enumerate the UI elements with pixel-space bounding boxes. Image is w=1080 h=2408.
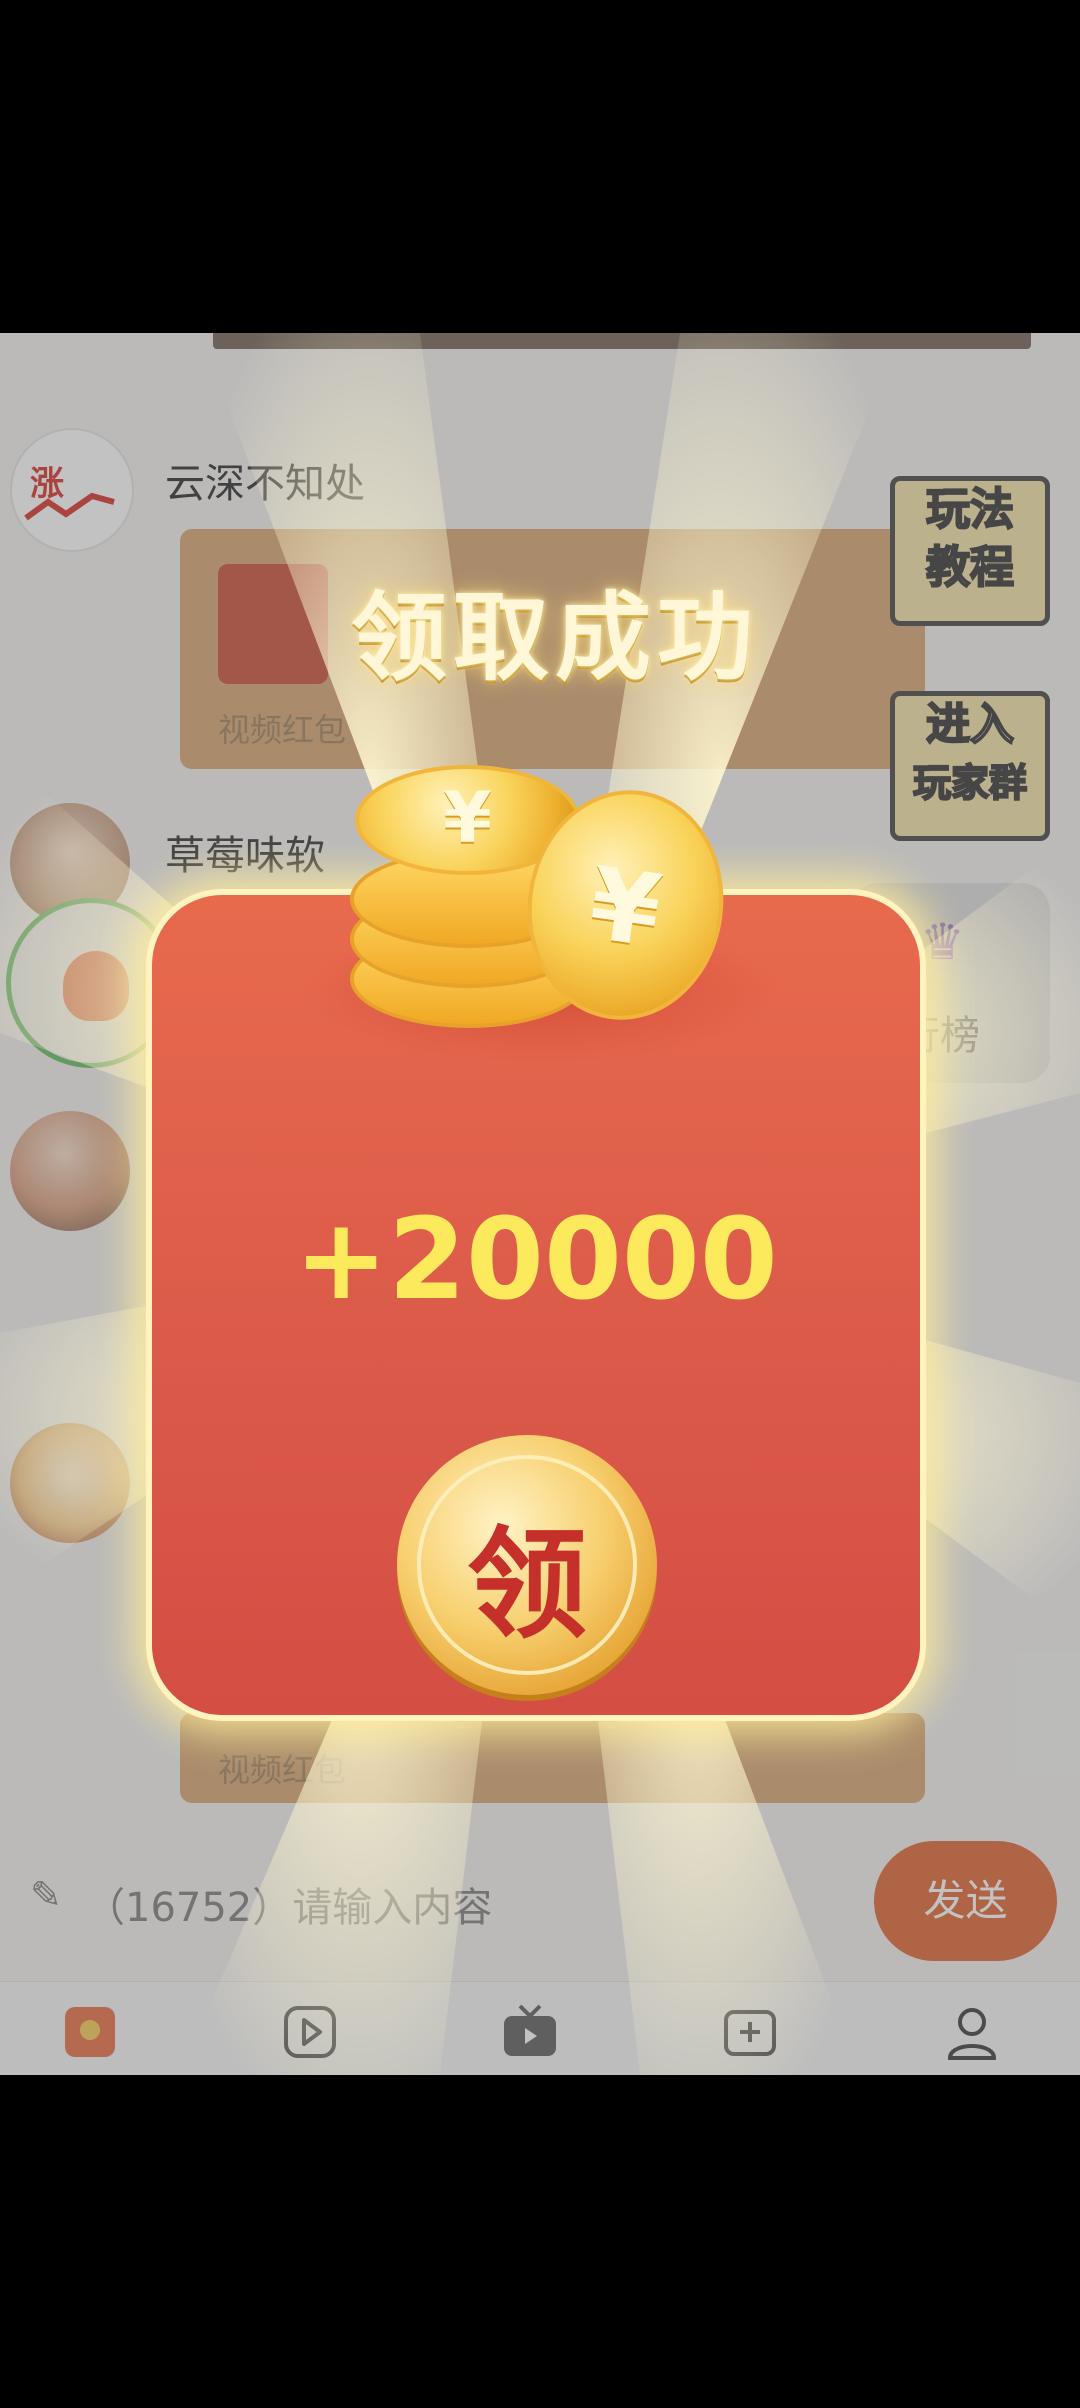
popup-title: 领取成功 (351, 582, 759, 694)
claim-button[interactable]: 领 (397, 1435, 657, 1695)
reward-amount: +20000 (294, 1195, 778, 1325)
claim-label: 领 (467, 1516, 587, 1655)
